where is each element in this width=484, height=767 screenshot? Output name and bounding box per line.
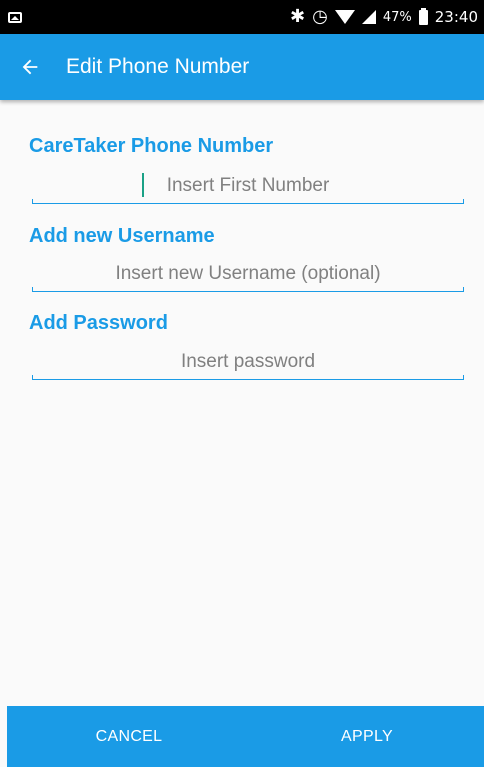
gallery-notification-icon	[8, 11, 22, 23]
arrow-back-icon	[22, 59, 38, 75]
bluetooth-icon: ✱	[290, 6, 306, 27]
clock: 23:40	[434, 8, 478, 26]
username-field[interactable]	[32, 256, 464, 292]
page-title: Edit Phone Number	[66, 55, 250, 78]
back-button[interactable]	[0, 34, 56, 100]
username-input[interactable]	[32, 261, 464, 286]
cancel-button[interactable]: CANCEL	[49, 706, 209, 767]
alarm-icon: ◷	[312, 6, 328, 27]
signal-icon	[361, 10, 376, 24]
battery-percentage: 47%	[382, 9, 412, 25]
caretaker-phone-field[interactable]	[32, 168, 464, 204]
caretaker-phone-label: CareTaker Phone Number	[29, 135, 274, 157]
apply-button[interactable]: APPLY	[287, 706, 447, 767]
password-field[interactable]	[32, 344, 464, 380]
caretaker-phone-input[interactable]	[32, 173, 464, 198]
battery-icon	[418, 7, 428, 25]
status-bar: ✱ ◷ 47% 23:40	[0, 0, 484, 34]
username-label: Add new Username	[29, 225, 215, 247]
text-cursor	[142, 173, 144, 197]
app-bar: Edit Phone Number	[0, 34, 484, 100]
password-label: Add Password	[29, 312, 168, 334]
bottom-action-bar: CANCEL APPLY	[7, 706, 484, 767]
password-input[interactable]	[32, 349, 464, 374]
wifi-icon	[334, 10, 355, 24]
